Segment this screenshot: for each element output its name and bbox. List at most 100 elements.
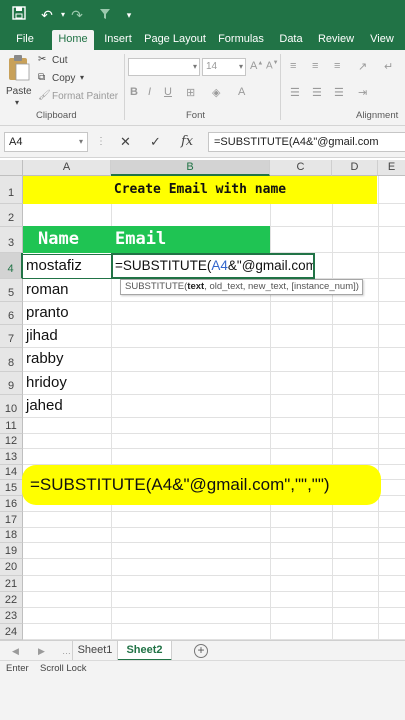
align-center-icon[interactable]: ☰ [312,86,322,99]
select-all-corner[interactable] [0,160,23,176]
increase-font-icon[interactable]: A▲ [250,60,263,72]
name-box[interactable]: A4 ▾ [4,132,88,152]
row-header-18[interactable]: 18 [0,528,23,543]
tab-review[interactable]: Review [314,30,358,50]
copy-label: Copy [52,73,76,84]
row-header-15[interactable]: 15 [0,480,23,496]
email-header-cell[interactable]: Email [115,226,166,253]
column-header-e[interactable]: E [378,160,405,176]
align-bottom-icon[interactable]: ≡ [334,60,340,72]
tab-home[interactable]: Home [52,30,94,50]
filter-icon[interactable] [96,6,114,24]
row-header-9[interactable]: 9 [0,372,23,395]
name-cell[interactable]: jihad [26,327,58,344]
bold-icon[interactable]: B [130,86,138,98]
paste-icon [9,55,30,81]
name-header-cell[interactable]: Name [38,226,79,253]
cell-in-edit[interactable]: =SUBSTITUTE(A4&"@gmail.com [111,253,315,279]
cancel-icon[interactable]: ✕ [120,132,131,152]
column-header-b[interactable]: B [111,160,270,176]
row-header-13[interactable]: 13 [0,449,23,465]
italic-icon[interactable]: I [148,86,151,98]
grid-line [378,176,379,640]
title-cell[interactable]: Create Email with name [23,176,377,204]
fill-color-icon[interactable]: ◈ [212,86,220,99]
sheet-tab-bar: ◀ ▶ … Sheet1 Sheet2 + [0,640,405,661]
redo-icon[interactable]: ↷ [68,6,86,24]
row-header-11[interactable]: 11 [0,418,23,434]
add-sheet-icon[interactable]: + [194,644,208,658]
tab-insert[interactable]: Insert [100,30,136,50]
active-cell-border [22,254,112,279]
tab-page-layout[interactable]: Page Layout [144,30,206,50]
tab-file[interactable]: File [8,30,42,50]
font-size-combo[interactable]: 14 ▾ [202,58,246,76]
row-header-12[interactable]: 12 [0,434,23,449]
formula-input[interactable]: =SUBSTITUTE(A4&"@gmail.com [208,132,405,152]
row-header-4[interactable]: 4 [0,253,23,279]
row-header-1[interactable]: 1 [0,176,23,204]
align-left-icon[interactable]: ☰ [290,86,300,99]
row-header-3[interactable]: 3 [0,227,23,253]
font-color-icon[interactable]: A [238,86,245,98]
paste-button[interactable]: Paste ▾ [6,54,32,107]
row-header-2[interactable]: 2 [0,204,23,227]
customize-toolbar-icon[interactable]: ▾ [120,6,138,24]
align-top-icon[interactable]: ≡ [290,60,296,72]
decrease-font-icon[interactable]: A▼ [266,60,279,71]
scroll-left-icon[interactable]: ◀ [12,641,19,661]
more-options-icon: ⋮ [96,136,106,147]
row-header-16[interactable]: 16 [0,496,23,512]
font-name-combo[interactable]: ▾ [128,58,200,76]
grid-line [23,371,405,372]
row-header-17[interactable]: 17 [0,512,23,528]
indent-icon[interactable]: ⇥ [358,86,367,99]
align-middle-icon[interactable]: ≡ [312,60,318,72]
row-header-23[interactable]: 23 [0,608,23,624]
save-icon[interactable] [10,6,28,24]
column-header-a[interactable]: A [23,160,111,176]
underline-icon[interactable]: U [164,86,172,98]
tab-data[interactable]: Data [274,30,308,50]
enter-icon[interactable]: ✓ [150,132,161,152]
grid-line [23,558,405,559]
function-tooltip[interactable]: SUBSTITUTE(text, old_text, new_text, [in… [120,279,363,295]
row-header-14[interactable]: 14 [0,465,23,480]
tab-view[interactable]: View [364,30,400,50]
sheet-tab-sheet2[interactable]: Sheet2 [118,641,172,661]
tooltip-function: SUBSTITUTE( [125,281,188,292]
column-header-c[interactable]: C [270,160,332,176]
tab-formulas[interactable]: Formulas [216,30,266,50]
more-sheets-icon[interactable]: … [62,641,71,661]
borders-icon[interactable]: ⊞ [186,86,195,99]
wrap-text-icon[interactable]: ↵ [384,60,393,73]
scroll-right-icon[interactable]: ▶ [38,641,45,661]
name-cell[interactable]: pranto [26,304,69,321]
row-header-10[interactable]: 10 [0,395,23,418]
brush-icon: 🖌 [38,90,51,101]
orientation-icon[interactable]: ↗ [358,60,367,73]
sheet-tab-sheet1[interactable]: Sheet1 [72,641,118,661]
name-box-value: A4 [9,136,23,148]
ribbon-tabs: File Home Insert Page Layout Formulas Da… [0,30,405,50]
row-header-6[interactable]: 6 [0,302,23,325]
name-cell[interactable]: hridoy [26,374,67,391]
chevron-down-icon: ▾ [238,62,243,71]
row-header-8[interactable]: 8 [0,348,23,372]
row-header-20[interactable]: 20 [0,559,23,576]
row-header-5[interactable]: 5 [0,279,23,302]
row-header-19[interactable]: 19 [0,543,23,559]
row-header-21[interactable]: 21 [0,576,23,592]
row-header-22[interactable]: 22 [0,592,23,608]
row-header-24[interactable]: 24 [0,624,23,640]
name-cell[interactable]: roman [26,281,69,298]
scroll-lock-indicator: Scroll Lock [40,663,87,674]
name-cell[interactable]: rabby [26,350,64,367]
align-right-icon[interactable]: ☰ [334,86,344,99]
column-header-d[interactable]: D [332,160,378,176]
row-header-7[interactable]: 7 [0,325,23,348]
insert-function-icon[interactable]: fx [181,132,193,152]
tooltip-other-args: , old_text, new_text, [instance_num]) [204,281,359,292]
grid-line [270,176,271,640]
name-cell[interactable]: jahed [26,397,63,414]
